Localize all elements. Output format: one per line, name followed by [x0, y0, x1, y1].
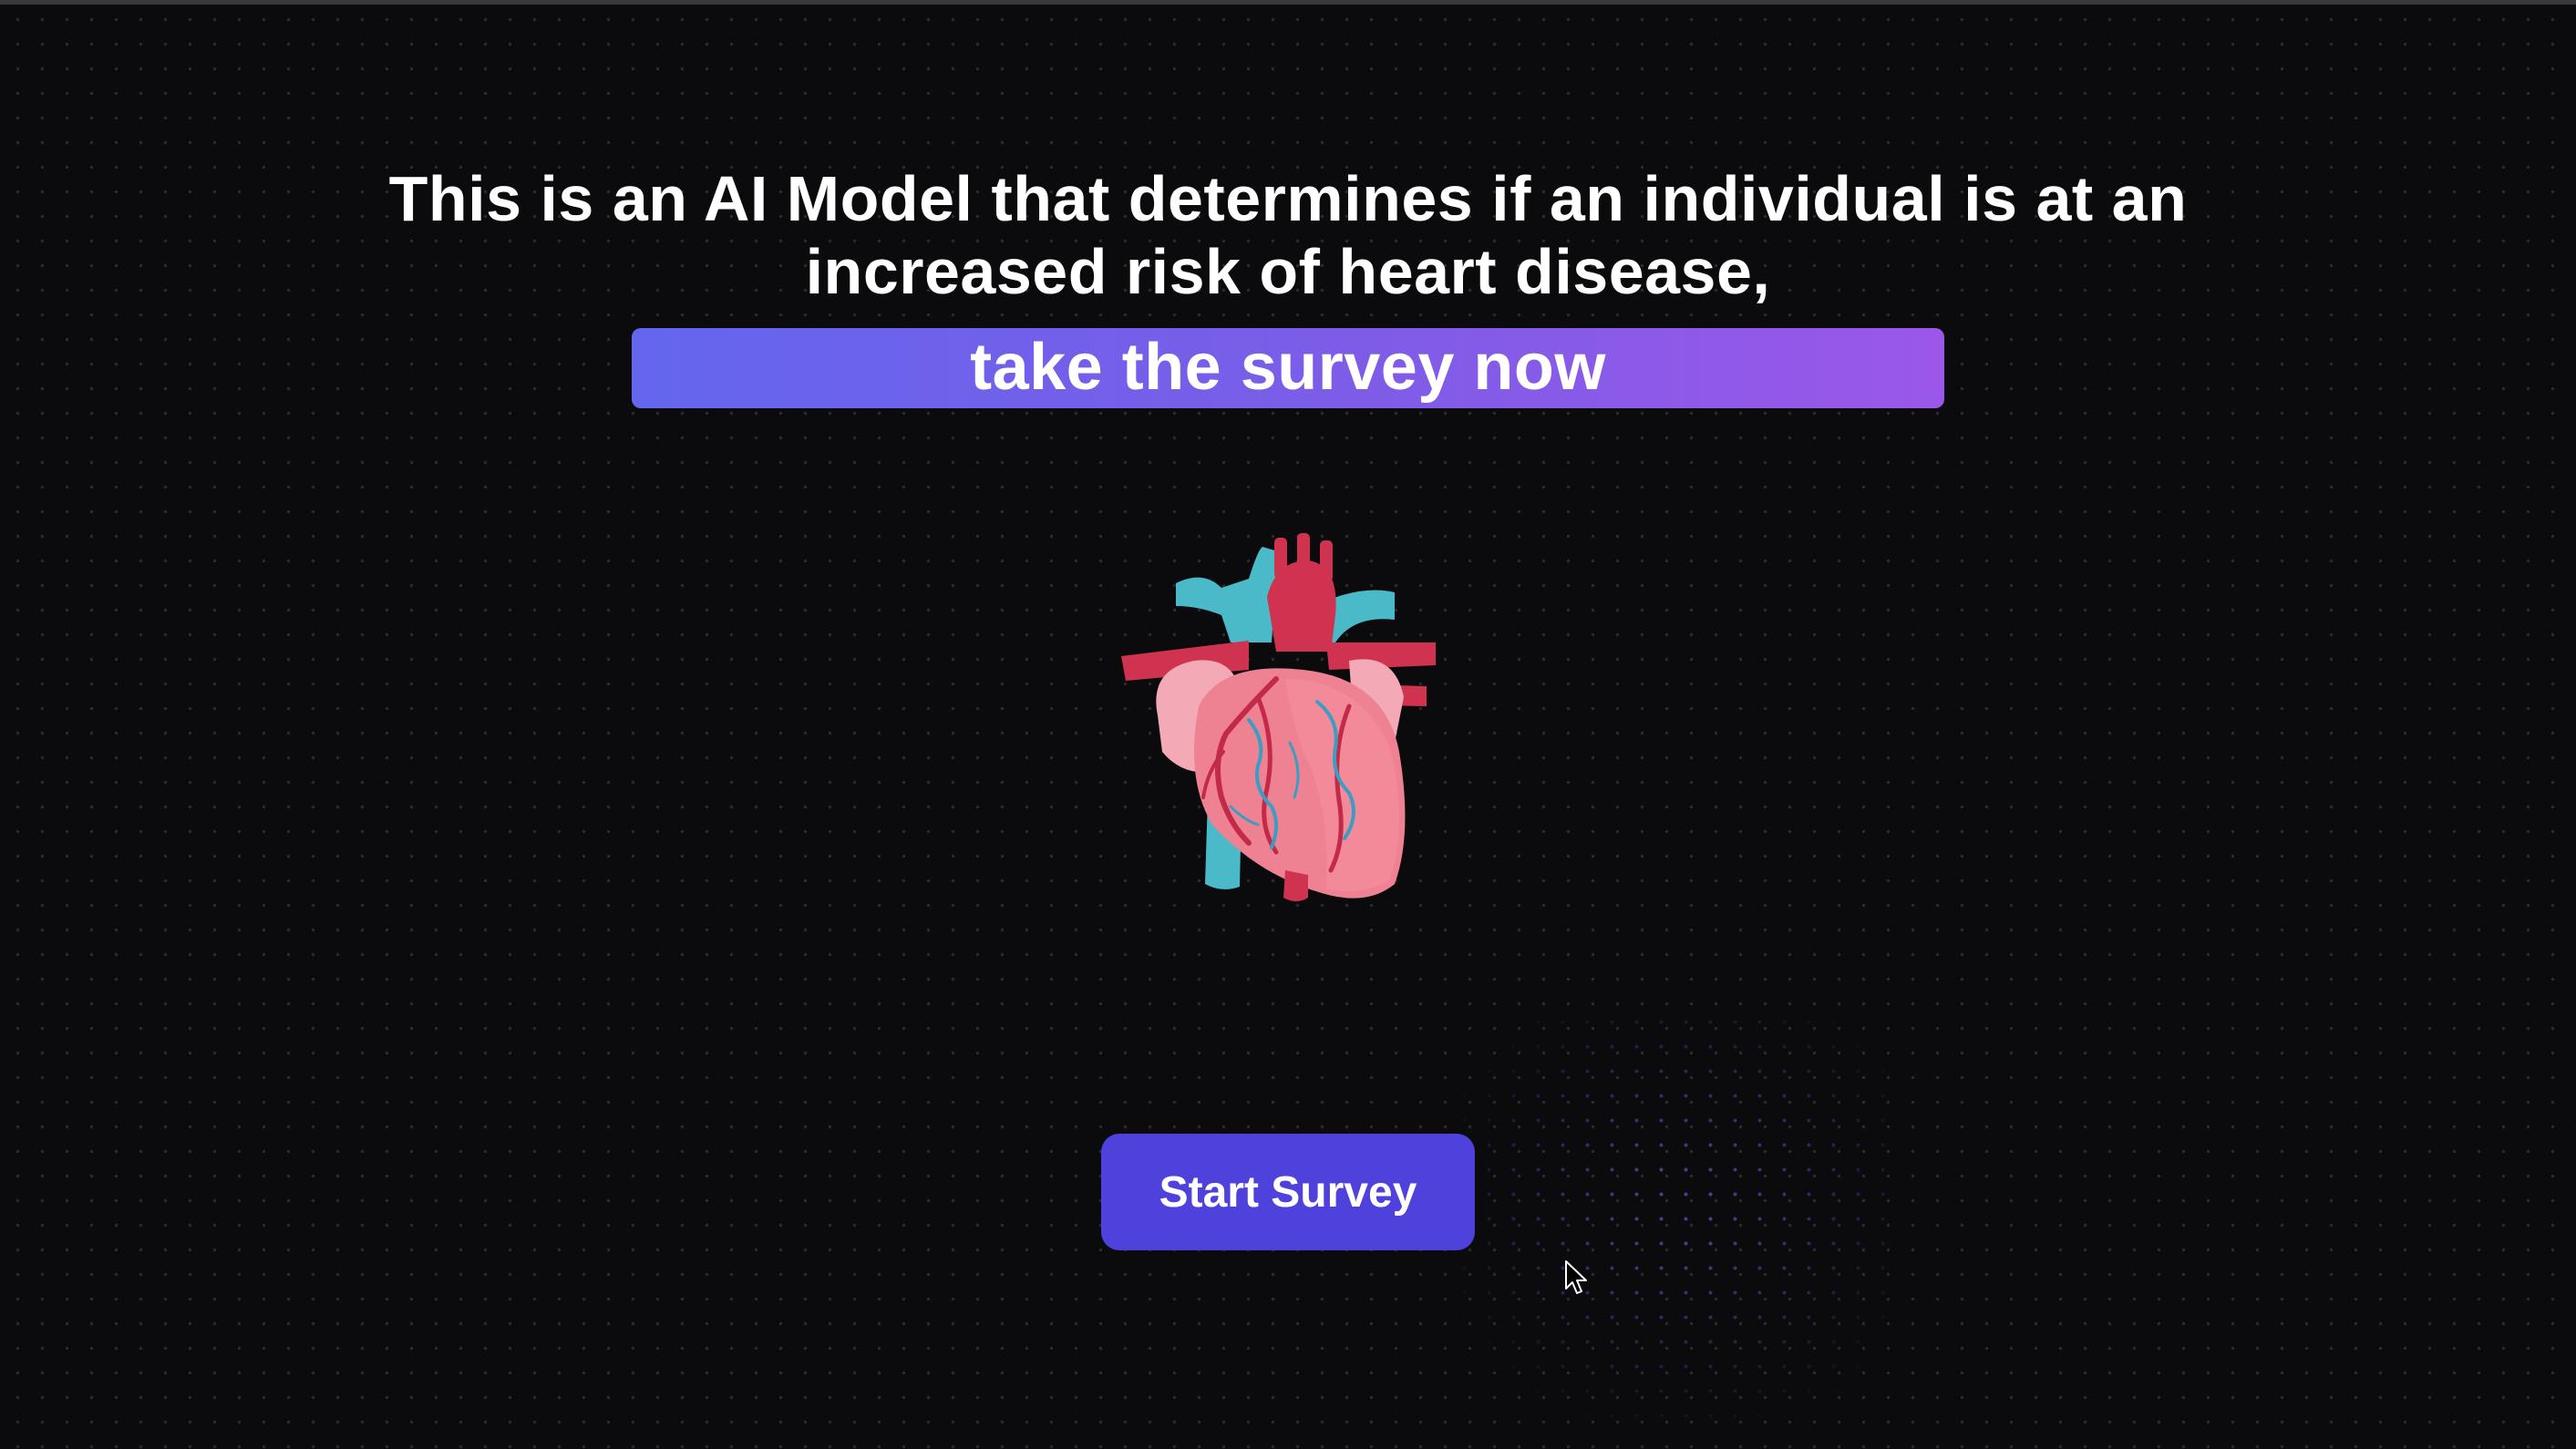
start-survey-button[interactable]: Start Survey [1101, 1134, 1475, 1250]
glow-dot-pattern [1422, 1002, 1896, 1449]
anatomical-heart-icon [1121, 533, 1436, 901]
window-top-border [0, 0, 2576, 5]
survey-cta-banner: take the survey now [632, 328, 1944, 408]
mouse-pointer-icon [1565, 1260, 1587, 1294]
page-headline: This is an AI Model that determines if a… [388, 163, 2188, 307]
